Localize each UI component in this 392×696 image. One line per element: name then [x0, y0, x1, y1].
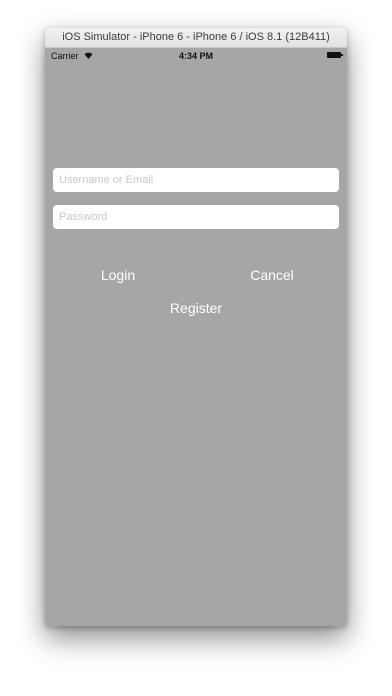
password-field[interactable]: [53, 205, 339, 229]
register-button[interactable]: Register: [160, 298, 232, 318]
simulator-window: iOS Simulator - iPhone 6 - iPhone 6 / iO…: [45, 28, 347, 626]
login-button[interactable]: Login: [93, 265, 143, 285]
device-screen: Carrier 4:34 PM Login Cancel Register: [45, 48, 347, 626]
username-email-field[interactable]: [53, 168, 339, 192]
cancel-button[interactable]: Cancel: [245, 265, 299, 285]
status-time: 4:34 PM: [178, 51, 213, 61]
battery-icon: [327, 52, 343, 58]
status-bar: Carrier 4:34 PM: [45, 48, 347, 64]
window-title: iOS Simulator - iPhone 6 - iPhone 6 / iO…: [45, 28, 347, 48]
